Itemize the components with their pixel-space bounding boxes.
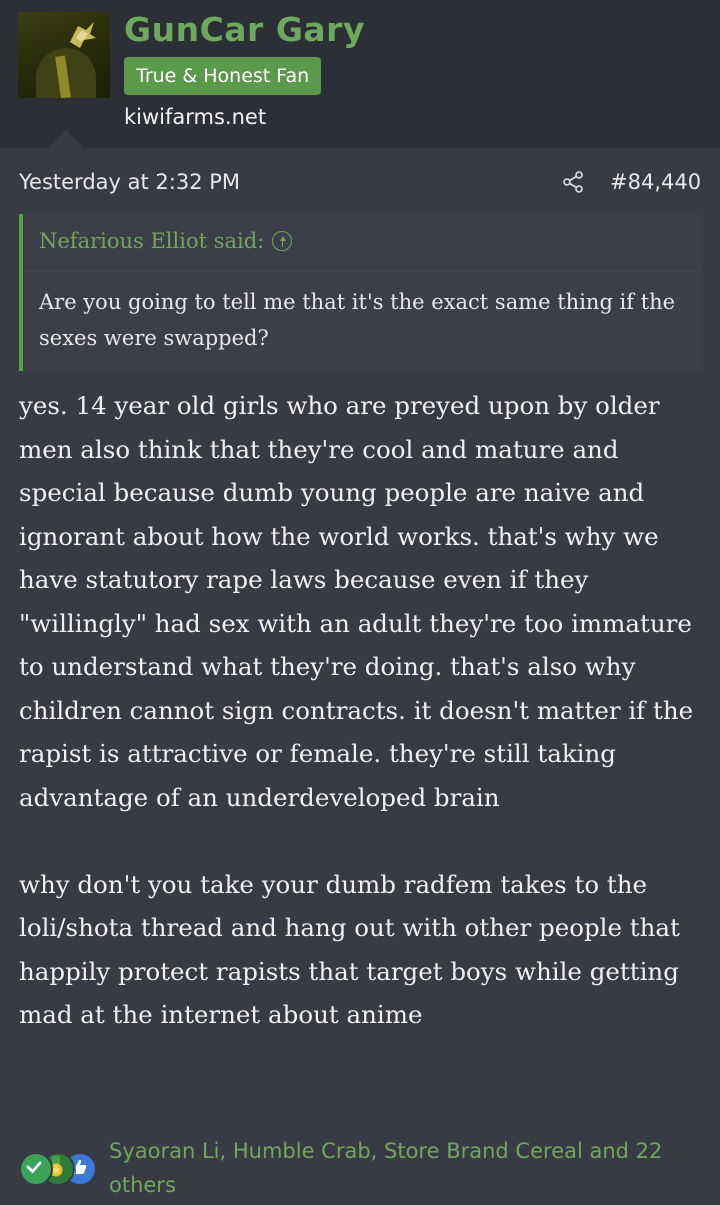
quote-header[interactable]: Nefarious Elliot said: — [23, 214, 701, 272]
user-header: GunCar Gary True & Honest Fan kiwifarms.… — [0, 0, 720, 148]
reaction-users-link[interactable]: Syaoran Li, Humble Crab, Store Brand Cer… — [109, 1134, 709, 1202]
post-timestamp[interactable]: Yesterday at 2:32 PM — [19, 170, 240, 194]
username[interactable]: GunCar Gary — [124, 10, 365, 49]
quote-text: Are you going to tell me that it's the e… — [39, 290, 676, 350]
share-icon[interactable] — [561, 170, 585, 194]
quote-author[interactable]: Nefarious Elliot said: — [39, 229, 264, 253]
post-paragraph: why don't you take your dumb radfem take… — [19, 869, 680, 1030]
post-body: yes. 14 year old girls who are preyed up… — [19, 384, 709, 1037]
jump-to-quote-icon[interactable] — [272, 230, 293, 251]
user-title-badge: True & Honest Fan — [124, 57, 322, 95]
check-icon — [19, 1152, 53, 1186]
user-site: kiwifarms.net — [124, 105, 267, 129]
quote-block: Nefarious Elliot said: Are you going to … — [19, 214, 701, 371]
reaction-icons[interactable] — [19, 1152, 103, 1188]
post-number-link[interactable]: #84,440 — [610, 170, 701, 194]
post: Yesterday at 2:32 PM #84,440 Nefarious E… — [0, 148, 720, 1205]
post-paragraph: yes. 14 year old girls who are preyed up… — [19, 391, 694, 812]
post-pointer — [48, 130, 84, 148]
user-avatar[interactable] — [18, 12, 110, 98]
avatar-emblem-icon — [70, 22, 96, 48]
